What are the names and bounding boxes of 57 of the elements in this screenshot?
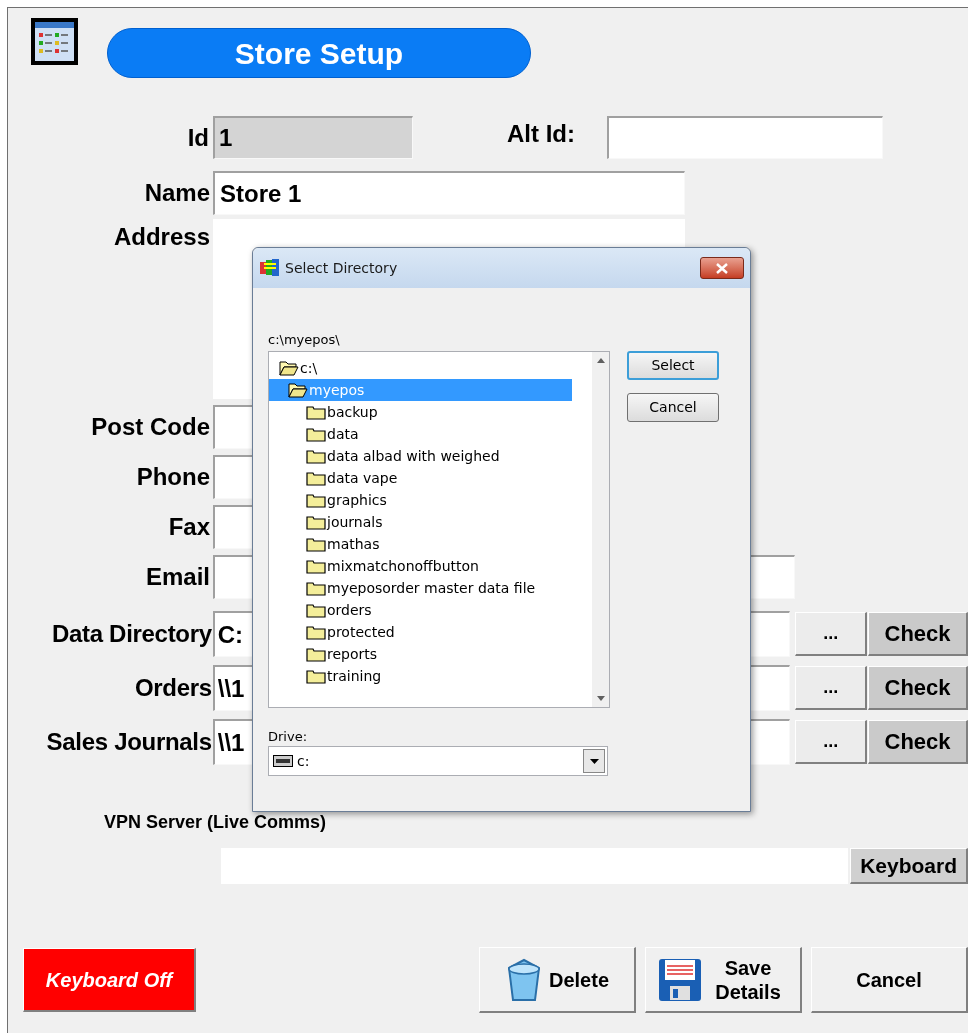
browse-button[interactable]: ... xyxy=(795,720,868,764)
app-icon xyxy=(259,258,281,278)
form-icon xyxy=(31,18,78,65)
close-button[interactable] xyxy=(700,257,744,279)
drive-label: Drive: xyxy=(268,728,309,746)
action-button[interactable]: Save Details xyxy=(645,947,802,1013)
drive-dropdown[interactable]: c: xyxy=(268,746,608,776)
check-button[interactable]: Check xyxy=(868,666,968,710)
tree-item[interactable]: journals xyxy=(269,511,572,533)
tree-item[interactable]: reports xyxy=(269,643,572,665)
dialog-button[interactable]: Select xyxy=(627,351,719,380)
tree-item[interactable]: training xyxy=(269,665,572,687)
scroll-up-icon[interactable] xyxy=(596,358,605,363)
tree-item[interactable]: backup xyxy=(269,401,572,423)
dialog-title: Select Directory xyxy=(285,258,398,278)
field-label: Fax xyxy=(167,512,211,542)
keyboard-toggle-button[interactable]: Keyboard Off xyxy=(23,948,196,1012)
check-button[interactable]: Check xyxy=(868,612,968,656)
field-label: Orders xyxy=(133,673,213,703)
close-icon xyxy=(716,262,728,274)
text-field[interactable]: Store 1 xyxy=(213,171,685,215)
field-label: Sales Journals xyxy=(45,727,213,757)
action-button[interactable]: Cancel xyxy=(811,947,968,1013)
action-button[interactable]: Delete xyxy=(479,947,636,1013)
check-button[interactable]: Check xyxy=(868,720,968,764)
section-label: VPN Server (Live Comms) xyxy=(104,811,327,834)
tree-item[interactable]: orders xyxy=(269,599,572,621)
directory-list[interactable]: c:\ myepos backup data data albad with weighed data vape graphics journals mathas mixmatchonoffbutton myeposorder master data file orders protected reports training xyxy=(268,351,610,708)
field-label: Address xyxy=(112,222,211,252)
tree-item[interactable]: mathas xyxy=(269,533,572,555)
bin-icon xyxy=(505,957,543,1002)
alt-id-field[interactable] xyxy=(607,116,883,159)
field-label: Email xyxy=(144,562,211,592)
tree-item[interactable]: protected xyxy=(269,621,572,643)
dialog-button[interactable]: Cancel xyxy=(627,393,719,422)
tree-item[interactable]: myeposorder master data file xyxy=(269,577,572,599)
page-title: Store Setup xyxy=(107,28,531,78)
tree-item[interactable]: data xyxy=(269,423,572,445)
tree-item[interactable]: graphics xyxy=(269,489,572,511)
field-label: Post Code xyxy=(90,412,211,442)
field-label: Name xyxy=(143,178,211,208)
tree-item[interactable]: c:\ xyxy=(269,357,572,379)
keyboard-button[interactable]: Keyboard xyxy=(850,848,968,884)
browse-button[interactable]: ... xyxy=(795,666,868,710)
field-label: Data Directory xyxy=(50,619,213,649)
scrollbar[interactable] xyxy=(592,352,609,707)
tree-item[interactable]: data albad with weighed xyxy=(269,445,572,467)
current-path: c:\myepos\ xyxy=(268,331,341,349)
scroll-down-icon[interactable] xyxy=(596,696,605,701)
browse-button[interactable]: ... xyxy=(795,612,868,656)
field-label: Phone xyxy=(135,462,211,492)
vpn-server-field[interactable] xyxy=(221,848,849,884)
field-label: Id xyxy=(186,122,210,153)
drive-icon xyxy=(273,755,293,767)
tree-item[interactable]: data vape xyxy=(269,467,572,489)
field-label: Alt Id: xyxy=(507,119,576,149)
tree-item[interactable]: mixmatchonoffbutton xyxy=(269,555,572,577)
